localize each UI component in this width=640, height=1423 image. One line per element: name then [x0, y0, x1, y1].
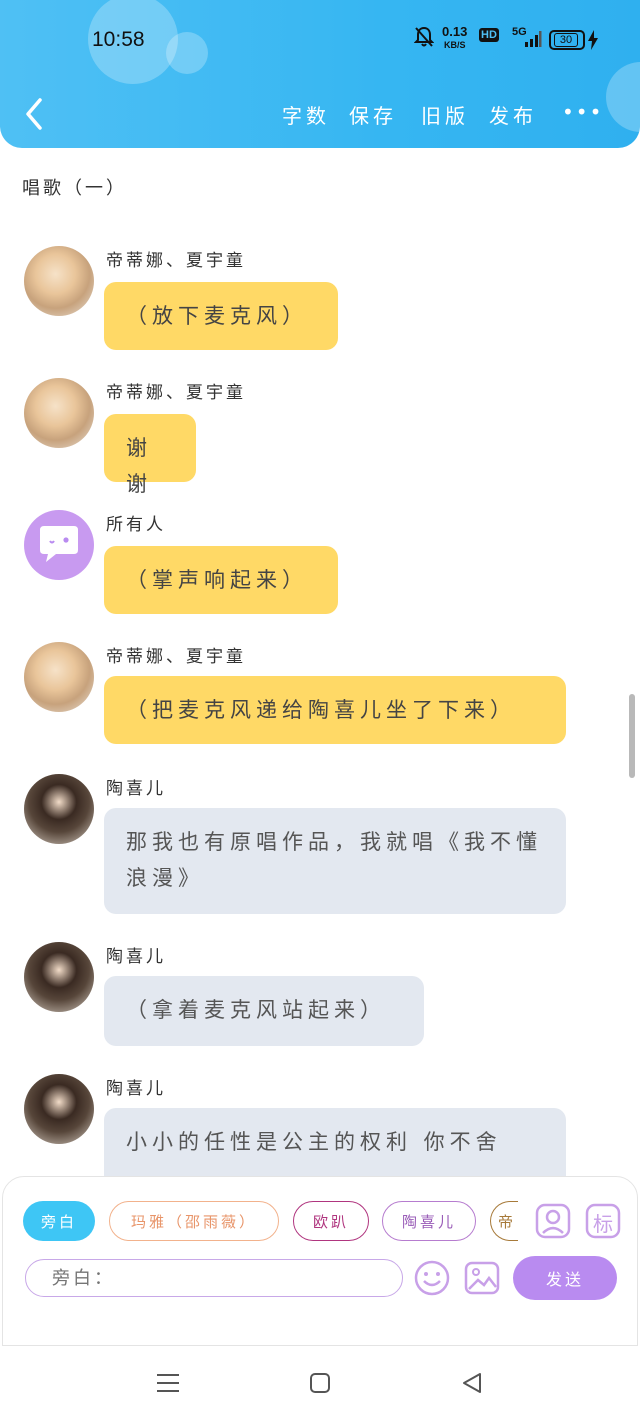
system-nav-bar	[0, 1346, 640, 1423]
sender-name: 帝蒂娜、夏宇童	[106, 383, 246, 403]
avatar[interactable]	[24, 510, 94, 580]
chat-bubble-icon	[36, 524, 82, 566]
nav-row: 字数 保存 旧版 发布 •••	[0, 92, 640, 136]
mark-label: 标	[593, 1212, 613, 1236]
emoji-icon[interactable]	[413, 1259, 451, 1297]
battery-level: 30	[554, 33, 578, 47]
message-bubble[interactable]: 谢谢	[104, 414, 196, 496]
charging-icon	[587, 30, 599, 50]
role-button-maya[interactable]: 玛雅（邵雨薇）	[109, 1201, 279, 1241]
role-button-taoxier[interactable]: 陶喜儿	[382, 1201, 476, 1241]
more-options-icon[interactable]: •••	[562, 100, 603, 124]
send-button[interactable]: 发送	[513, 1256, 617, 1300]
back-arrow-icon[interactable]	[20, 94, 50, 134]
role-button-partial[interactable]: 帝	[490, 1201, 518, 1241]
message-bubble[interactable]: 那我也有原唱作品，我就唱《我不懂浪漫》	[104, 808, 566, 914]
avatar[interactable]	[24, 1074, 94, 1144]
clock: 10:58	[92, 28, 145, 51]
save-button[interactable]: 保存	[349, 100, 397, 129]
message-input[interactable]	[25, 1259, 403, 1297]
sender-name: 帝蒂娜、夏宇童	[106, 251, 246, 271]
message-bubble[interactable]: （放下麦克风）	[104, 282, 338, 350]
battery-icon: 30	[549, 30, 585, 50]
bell-muted-icon	[413, 26, 435, 48]
avatar[interactable]	[24, 942, 94, 1012]
message-bubble[interactable]: 小小的任性是公主的权利 你不舍	[104, 1108, 566, 1178]
hd-badge: HD	[479, 28, 499, 42]
avatar[interactable]	[24, 774, 94, 844]
network-speed-value: 0.13	[442, 24, 468, 39]
role-button-narrator[interactable]: 旁白	[23, 1201, 95, 1241]
sender-name: 陶喜儿	[106, 1079, 166, 1099]
message-bubble[interactable]: （拿着麦克风站起来）	[104, 976, 424, 1046]
message-bubble[interactable]: （掌声响起来）	[104, 546, 338, 614]
publish-button[interactable]: 发布	[489, 100, 537, 129]
menu-icon[interactable]	[155, 1370, 181, 1396]
input-panel: 旁白 玛雅（邵雨薇） 欧趴 陶喜儿 帝 标 发送	[2, 1176, 638, 1346]
word-count-button[interactable]: 字数	[282, 100, 330, 129]
sender-name: 所有人	[106, 515, 166, 535]
back-triangle-icon[interactable]	[460, 1371, 484, 1395]
status-bar: 10:58 0.13 KB/S HD 5G 30	[0, 22, 640, 62]
mark-icon[interactable]: 标	[585, 1203, 621, 1239]
message-bubble[interactable]: （把麦克风递给陶喜儿坐了下来）	[104, 676, 566, 744]
home-icon[interactable]	[309, 1372, 331, 1394]
sender-name: 陶喜儿	[106, 947, 166, 967]
top-header: 10:58 0.13 KB/S HD 5G 30 字数 保存 旧版 发布 •••	[0, 0, 640, 148]
signal-icon	[524, 30, 542, 48]
chat-title: 唱歌（一）	[22, 178, 127, 199]
avatar[interactable]	[24, 642, 94, 712]
role-avatar-icon[interactable]	[535, 1203, 571, 1239]
network-speed-unit: KB/S	[444, 40, 466, 50]
sender-name: 帝蒂娜、夏宇童	[106, 647, 246, 667]
avatar[interactable]	[24, 378, 94, 448]
sender-name: 陶喜儿	[106, 779, 166, 799]
scrollbar-thumb[interactable]	[629, 694, 635, 778]
role-button-opa[interactable]: 欧趴	[293, 1201, 369, 1241]
image-icon[interactable]	[463, 1259, 501, 1297]
old-version-button[interactable]: 旧版	[421, 100, 469, 129]
avatar[interactable]	[24, 246, 94, 316]
chat-area[interactable]: 唱歌（一） 帝蒂娜、夏宇童 （放下麦克风） 帝蒂娜、夏宇童 谢谢 所有人 （掌声…	[0, 148, 640, 1178]
